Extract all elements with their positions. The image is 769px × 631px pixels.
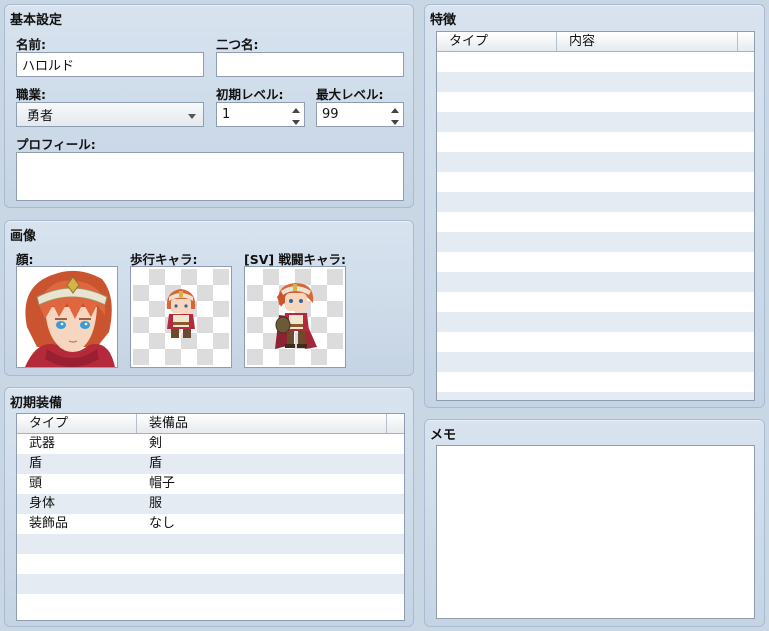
table-row-empty[interactable] [437, 352, 754, 372]
table-row-empty[interactable] [437, 192, 754, 212]
equipment-item-cell: なし [149, 516, 176, 531]
walk-character-sprite [166, 289, 196, 338]
table-row-empty[interactable] [17, 534, 404, 554]
images-title: 画像 [10, 229, 37, 244]
equipment-type-cell: 身体 [29, 496, 56, 511]
table-row-empty[interactable] [437, 172, 754, 192]
class-label: 職業: [16, 87, 46, 102]
table-row-empty[interactable] [437, 72, 754, 92]
table-row-empty[interactable] [437, 332, 754, 352]
table-row-empty[interactable] [437, 392, 754, 400]
table-row[interactable]: 武器 剣 [17, 434, 404, 454]
spin-up-icon[interactable] [292, 108, 300, 113]
initial-level-label: 初期レベル: [216, 87, 284, 102]
max-level-value: 99 [322, 107, 339, 122]
max-level-spin[interactable] [390, 105, 400, 127]
table-row-empty[interactable] [17, 554, 404, 574]
memo-panel: メモ [424, 419, 765, 627]
initial-equipment-title: 初期装備 [10, 396, 63, 411]
table-row-empty[interactable] [437, 92, 754, 112]
table-row[interactable]: 頭 帽子 [17, 474, 404, 494]
spin-up-icon[interactable] [391, 108, 399, 113]
nickname-input[interactable] [216, 52, 404, 77]
spin-down-icon[interactable] [391, 120, 399, 125]
name-input[interactable]: ハロルド [16, 52, 204, 77]
initial-equipment-panel: 初期装備 タイプ 装備品 武器 剣 盾 盾 頭 帽子 身体 服 装飾品 なし [4, 387, 414, 627]
initial-level-value: 1 [222, 107, 231, 122]
equipment-type-cell: 頭 [29, 476, 43, 491]
initial-level-stepper[interactable]: 1 [216, 102, 305, 127]
traits-panel: 特徴 タイプ 内容 [424, 4, 765, 408]
table-row-empty[interactable] [17, 594, 404, 614]
table-row-empty[interactable] [437, 272, 754, 292]
face-image-box[interactable] [16, 266, 118, 368]
face-portrait-image [17, 267, 117, 367]
traits-table[interactable]: タイプ 内容 [436, 31, 755, 401]
equipment-table-header: タイプ 装備品 [17, 414, 404, 434]
profile-label: プロフィール: [16, 137, 96, 152]
class-select[interactable]: 勇者 [16, 102, 204, 127]
nickname-label: 二つ名: [216, 37, 259, 52]
table-row-empty[interactable] [437, 52, 754, 72]
traits-title: 特徴 [430, 13, 457, 28]
column-header-equipment[interactable]: 装備品 [137, 414, 387, 433]
spin-down-icon[interactable] [292, 120, 300, 125]
table-row-empty[interactable] [437, 292, 754, 312]
table-row-empty[interactable] [437, 132, 754, 152]
profile-textarea[interactable] [16, 152, 404, 201]
table-row-empty[interactable] [437, 232, 754, 252]
column-header-type[interactable]: タイプ [17, 414, 137, 433]
equipment-table[interactable]: タイプ 装備品 武器 剣 盾 盾 頭 帽子 身体 服 装飾品 なし [16, 413, 405, 621]
chevron-down-icon [188, 114, 196, 119]
equipment-item-cell: 服 [149, 496, 163, 511]
traits-table-header: タイプ 内容 [437, 32, 754, 52]
name-label: 名前: [16, 37, 46, 52]
initial-level-spin[interactable] [291, 105, 301, 127]
table-row-empty[interactable] [437, 112, 754, 132]
equipment-table-rows: 武器 剣 盾 盾 頭 帽子 身体 服 装飾品 なし [17, 434, 404, 620]
walk-character-image-box[interactable] [130, 266, 232, 368]
table-row[interactable]: 盾 盾 [17, 454, 404, 474]
table-row-empty[interactable] [437, 252, 754, 272]
equipment-type-cell: 装飾品 [29, 516, 69, 531]
max-level-label: 最大レベル: [316, 87, 384, 102]
basic-settings-panel: 基本設定 名前: ハロルド 二つ名: 職業: 勇者 初期レベル: 1 最大レベル… [4, 4, 414, 208]
table-row-empty[interactable] [437, 212, 754, 232]
traits-table-rows [437, 52, 754, 400]
column-header-type[interactable]: タイプ [437, 32, 557, 51]
memo-textarea[interactable] [436, 445, 755, 619]
max-level-stepper[interactable]: 99 [316, 102, 404, 127]
equipment-item-cell: 盾 [149, 456, 163, 471]
table-row-empty[interactable] [437, 372, 754, 392]
battler-sprite [275, 283, 317, 349]
table-row-empty[interactable] [437, 312, 754, 332]
equipment-type-cell: 盾 [29, 456, 43, 471]
table-row[interactable]: 装飾品 なし [17, 514, 404, 534]
table-row[interactable]: 身体 服 [17, 494, 404, 514]
images-panel: 画像 顔: 歩行キャラ: [SV] 戦闘キャラ: [4, 220, 414, 376]
memo-title: メモ [430, 428, 457, 443]
equipment-type-cell: 武器 [29, 436, 56, 451]
class-select-value: 勇者 [27, 109, 54, 124]
basic-settings-title: 基本設定 [10, 13, 63, 28]
table-row-empty[interactable] [17, 574, 404, 594]
table-row-empty[interactable] [437, 152, 754, 172]
battler-image-box[interactable] [244, 266, 346, 368]
column-header-content[interactable]: 内容 [557, 32, 738, 51]
equipment-item-cell: 剣 [149, 436, 163, 451]
equipment-item-cell: 帽子 [149, 476, 176, 491]
